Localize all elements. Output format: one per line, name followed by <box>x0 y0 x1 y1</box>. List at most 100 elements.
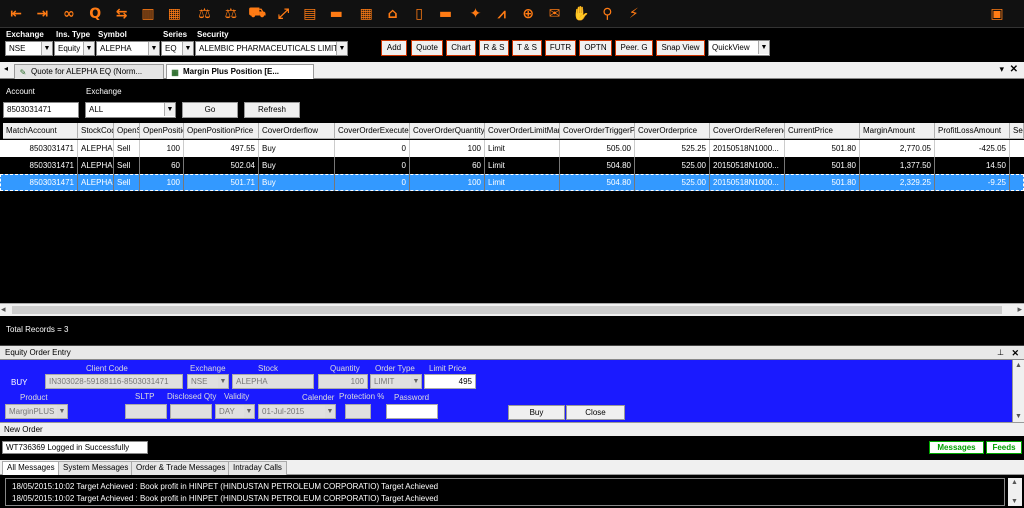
card2-icon[interactable]: ▬ <box>435 4 455 24</box>
chart-line-icon[interactable]: ⩘ <box>492 4 512 24</box>
col-header[interactable]: CurrentPrice <box>785 123 860 139</box>
ins-type-select[interactable]: Equity ▼ <box>54 41 95 56</box>
calculator-icon[interactable]: ▦ <box>356 4 376 24</box>
scroll-left-icon[interactable]: ◂ <box>1 304 6 315</box>
handshake-icon[interactable]: ✋ <box>571 4 591 24</box>
scale-icon[interactable]: ⚖ <box>194 4 214 24</box>
col-header[interactable]: CoverOrderReference <box>710 123 785 139</box>
tab-margin-plus-position[interactable]: ▦ Margin Plus Position [E... <box>166 64 314 79</box>
balance-icon[interactable]: ⚖ <box>221 4 241 24</box>
col-header[interactable]: CoverOrderprice <box>635 123 710 139</box>
go-button[interactable]: Go <box>182 102 238 118</box>
quantity-field[interactable]: 100 <box>318 374 368 389</box>
sign-out-icon[interactable]: ⇥ <box>32 4 52 24</box>
tab-system-messages[interactable]: System Messages <box>58 461 134 475</box>
account-input[interactable]: 8503031471 <box>3 102 79 118</box>
col-header[interactable]: MatchAccount <box>3 123 78 139</box>
close-icon[interactable]: ✕ <box>1011 346 1019 360</box>
network-icon[interactable]: ⌂ <box>383 4 403 24</box>
limit-price-field[interactable]: 495 <box>424 374 476 389</box>
exchange-select[interactable]: NSE ▼ <box>187 374 229 389</box>
message-list[interactable]: 18/05/2015:10:02 Target Achieved : Book … <box>5 478 1005 506</box>
product-select[interactable]: MarginPLUS ▼ <box>5 404 68 419</box>
col-header[interactable]: Se <box>1010 123 1024 139</box>
password-field[interactable] <box>386 404 438 419</box>
symbol-select[interactable]: ALEPHA ▼ <box>96 41 160 56</box>
col-header[interactable]: CoverOrderQuantity <box>410 123 485 139</box>
search-icon[interactable]: Q <box>85 4 105 24</box>
optn-button[interactable]: OPTN <box>579 40 612 56</box>
zoom-icon[interactable]: ⊕ <box>518 4 538 24</box>
col-header[interactable]: OpenPosition <box>140 123 184 139</box>
gift-icon[interactable]: ✉ <box>545 4 565 24</box>
swap-icon[interactable]: ⇆ <box>112 4 132 24</box>
disclosed-qty-field[interactable] <box>170 404 212 419</box>
table-row-selected[interactable]: 8503031471 ALEPHA Sell 100 501.71 Buy 0 … <box>0 174 1024 191</box>
futr-button[interactable]: FUTR <box>545 40 576 56</box>
view-select[interactable]: QuickView ▼ <box>708 40 770 56</box>
col-header[interactable]: CoverOrderflow <box>259 123 335 139</box>
trend-icon[interactable]: ⚡ <box>624 4 644 24</box>
truck-icon[interactable]: ⛟ <box>247 4 267 24</box>
col-header[interactable]: ProfitLossAmount <box>935 123 1010 139</box>
key-search-icon[interactable]: ⚲ <box>597 4 617 24</box>
order-type-select[interactable]: LIMIT ▼ <box>370 374 422 389</box>
col-header[interactable]: CoverOrderExecuted <box>335 123 410 139</box>
close-button[interactable]: Close <box>566 405 625 420</box>
sltp-field[interactable] <box>125 404 167 419</box>
scroll-up-icon[interactable]: ▲ <box>1015 362 1022 369</box>
pin-icon[interactable]: ✦ <box>465 4 485 24</box>
add-button[interactable]: Add <box>381 40 407 56</box>
table-row[interactable]: 8503031471 ALEPHA Sell 60 502.04 Buy 0 6… <box>0 157 1024 174</box>
scroll-down-icon[interactable]: ▼ <box>1011 498 1018 505</box>
stock-field[interactable]: ALEPHA <box>232 374 314 389</box>
order-entry-scrollbar[interactable]: ▲ ▼ <box>1012 360 1024 422</box>
tab-all-messages[interactable]: All Messages <box>2 461 60 475</box>
col-header[interactable]: CoverOrderTriggerPrice <box>560 123 635 139</box>
message-log-scrollbar[interactable]: ▲ ▼ <box>1008 478 1022 506</box>
col-header[interactable]: OpenPositionPrice <box>184 123 259 139</box>
portfolio-icon[interactable]: ▦ <box>164 4 184 24</box>
tab-scroll-left-icon[interactable]: ◂ <box>4 64 8 73</box>
table-row[interactable]: 8503031471 ALEPHA Sell 100 497.55 Buy 0 … <box>0 140 1024 157</box>
card-icon[interactable]: ▬ <box>326 4 346 24</box>
link-icon[interactable]: ∞ <box>59 4 79 24</box>
col-header[interactable]: MarginAmount <box>860 123 935 139</box>
folders-icon[interactable]: ▤ <box>300 4 320 24</box>
protection-field[interactable] <box>345 404 371 419</box>
buy-button[interactable]: Buy <box>508 405 565 420</box>
exchange-select[interactable]: NSE ▼ <box>5 41 53 56</box>
refresh-button[interactable]: Refresh <box>244 102 300 118</box>
series-select[interactable]: EQ ▼ <box>161 41 194 56</box>
ts-button[interactable]: T & S <box>512 40 542 56</box>
feeds-button[interactable]: Feeds <box>986 441 1022 454</box>
exchange-filter-select[interactable]: ALL ▼ <box>85 102 176 118</box>
tab-list-dropdown-icon[interactable]: ▾ <box>999 64 1004 75</box>
rs-button[interactable]: R & S <box>479 40 509 56</box>
validity-select[interactable]: DAY ▼ <box>215 404 255 419</box>
quote-button[interactable]: Quote <box>411 40 443 56</box>
expand-icon[interactable]: ⤢ <box>274 4 294 24</box>
col-header[interactable]: StockCode <box>78 123 114 139</box>
pin-icon[interactable]: ⊥ <box>997 346 1004 360</box>
messages-button[interactable]: Messages <box>929 441 984 454</box>
window-layout-icon[interactable]: ▣ <box>986 4 1008 24</box>
document-icon[interactable]: ▯ <box>409 4 429 24</box>
col-header[interactable]: OpenSellBuy <box>114 123 140 139</box>
security-select[interactable]: ALEMBIC PHARMACEUTICALS LIMIT ▼ <box>195 41 348 56</box>
scroll-right-icon[interactable]: ▸ <box>1017 304 1022 315</box>
scrollbar-thumb[interactable] <box>12 306 1002 314</box>
tab-intraday-calls[interactable]: Intraday Calls <box>228 461 287 475</box>
col-header[interactable]: CoverOrderLimitMarket <box>485 123 560 139</box>
chart-button[interactable]: Chart <box>446 40 476 56</box>
book-icon[interactable]: ▥ <box>138 4 158 24</box>
close-icon[interactable]: ✕ <box>1010 64 1018 75</box>
client-code-field[interactable]: IN303028-59188116-8503031471 <box>45 374 183 389</box>
scroll-up-icon[interactable]: ▲ <box>1011 479 1018 486</box>
snap-view-button[interactable]: Snap View <box>656 40 705 56</box>
tab-quote[interactable]: ✎ Quote for ALEPHA EQ (Norm... <box>14 64 164 79</box>
calender-field[interactable]: 01-Jul-2015 ▼ <box>258 404 336 419</box>
scroll-down-icon[interactable]: ▼ <box>1015 413 1022 420</box>
peer-group-button[interactable]: Peer. G <box>615 40 653 56</box>
horizontal-scrollbar[interactable]: ◂ ▸ <box>0 303 1024 316</box>
